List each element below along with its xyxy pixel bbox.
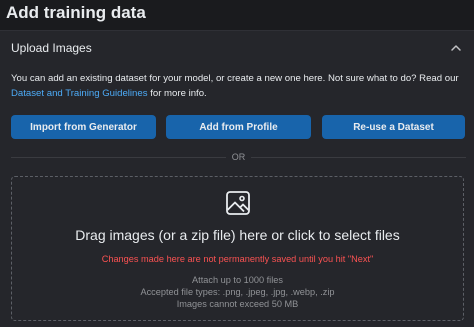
- add-from-profile-button[interactable]: Add from Profile: [166, 115, 311, 139]
- reuse-dataset-button[interactable]: Re-use a Dataset: [322, 115, 465, 139]
- photo-icon: [226, 191, 250, 215]
- file-dropzone[interactable]: Drag images (or a zip file) here or clic…: [11, 176, 464, 321]
- file-limit-info: Attach up to 1000 files: [192, 275, 283, 285]
- section-title: Upload Images: [11, 41, 92, 55]
- divider-line-right: [251, 157, 466, 158]
- dropzone-title: Drag images (or a zip file) here or clic…: [75, 227, 400, 243]
- chevron-up-icon[interactable]: [450, 42, 462, 54]
- unsaved-warning: Changes made here are not permanently sa…: [101, 254, 374, 264]
- or-divider: OR: [11, 150, 466, 164]
- file-types-info: Accepted file types: .png, .jpeg, .jpg, …: [140, 287, 335, 297]
- intro-text: You can add an existing dataset for your…: [11, 71, 466, 101]
- import-from-generator-button[interactable]: Import from Generator: [11, 115, 156, 139]
- intro-body: You can add an existing dataset for your…: [11, 73, 459, 84]
- page-title: Add training data: [6, 3, 146, 22]
- intro-suffix: for more info.: [147, 88, 207, 99]
- file-size-info: Images cannot exceed 50 MB: [176, 299, 299, 309]
- upload-card: Upload Images You can add an existing da…: [0, 30, 474, 327]
- upload-section-header[interactable]: Upload Images: [0, 31, 474, 65]
- guidelines-link[interactable]: Dataset and Training Guidelines: [11, 88, 148, 99]
